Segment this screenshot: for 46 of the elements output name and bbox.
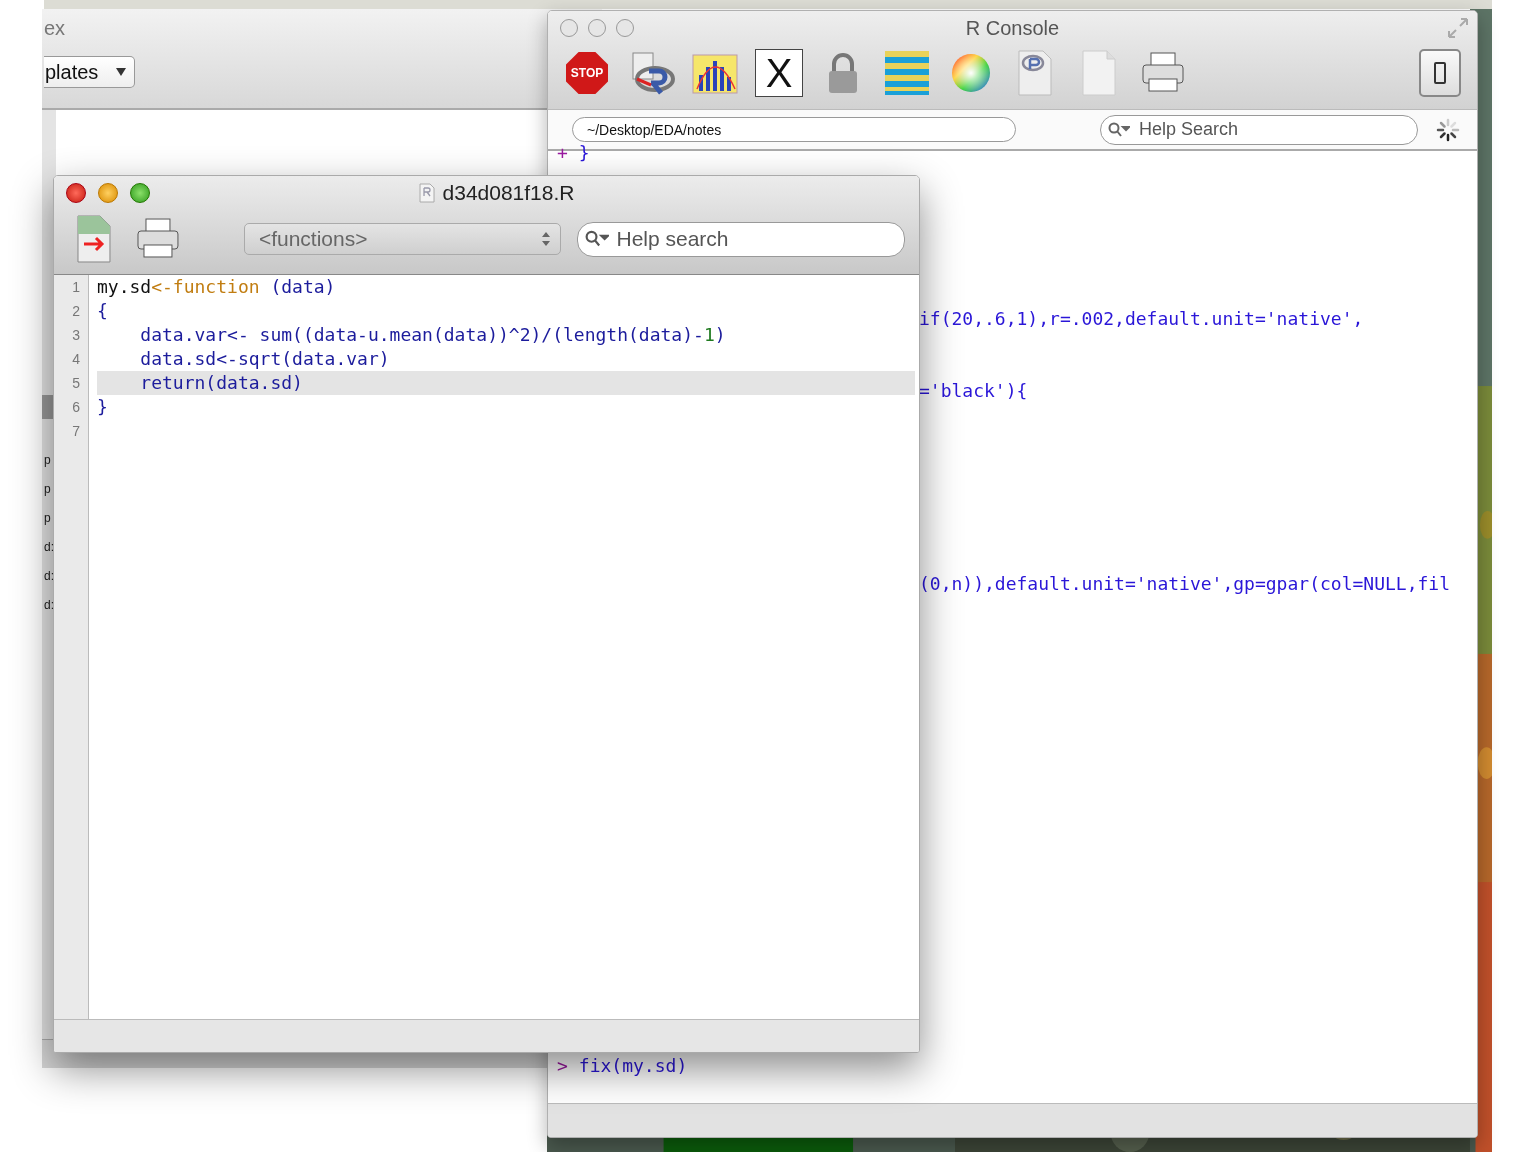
line-number: 5: [72, 374, 80, 393]
fullscreen-icon[interactable]: [1447, 17, 1469, 39]
sidebar-item[interactable]: d:: [42, 538, 56, 557]
line-number: 4: [72, 350, 80, 369]
line-number: 1: [72, 278, 80, 297]
window-control[interactable]: [66, 183, 86, 203]
sidebar-item[interactable]: p: [42, 509, 56, 528]
console-line: if(20,.6,1),r=.002,default.unit='native',: [918, 307, 1365, 331]
search-icon: [585, 230, 610, 248]
window-title: ex: [44, 17, 66, 40]
x11-button[interactable]: X: [755, 49, 803, 97]
caret-icon: [116, 68, 127, 76]
console-command: > fix(my.sd): [557, 1054, 689, 1078]
search-field[interactable]: Help Search: [1100, 114, 1418, 145]
console-line: + }: [557, 141, 591, 165]
window-control[interactable]: [98, 183, 118, 203]
console-line: ='black'){: [918, 379, 1029, 403]
window-title: d34d081f18.R: [442, 181, 575, 205]
code-line: {: [97, 299, 109, 323]
search-field[interactable]: Help search: [577, 221, 905, 257]
code-line: data.sd<-sqrt(data.var): [139, 347, 391, 371]
sidebar-item[interactable]: d:: [42, 567, 56, 586]
code-line: my.sd<-function (data): [97, 275, 337, 299]
line-number: 2: [72, 302, 80, 321]
stepper-icon: [542, 232, 551, 246]
line-number: 6: [72, 398, 80, 417]
list-icon[interactable]: [883, 49, 931, 97]
functions-popup[interactable]: <functions>: [243, 223, 562, 255]
console-line: (0,n)),default.unit='native',gp=gpar(col=NULL,fil: [918, 572, 1451, 596]
sidebar-item[interactable]: p: [42, 480, 56, 499]
source-file-icon[interactable]: [76, 214, 112, 264]
code-line: }: [97, 395, 109, 419]
window-title: R Console: [965, 16, 1060, 40]
window-control[interactable]: [130, 183, 150, 203]
sidebar-item[interactable]: d:: [42, 596, 56, 615]
r-file-icon: [418, 183, 435, 203]
line-number: 7: [72, 422, 80, 441]
sidebar-item[interactable]: p: [42, 451, 56, 470]
path-field[interactable]: ~/Desktop/EDA/notes: [572, 117, 1016, 142]
templates-popup[interactable]: plates: [44, 56, 136, 88]
stop-button[interactable]: STOP: [563, 49, 611, 97]
code-line: data.var<- sum((data-u.mean(data))^2)/(length(data)-1): [139, 323, 727, 347]
spinner-icon: [1436, 117, 1460, 142]
search-icon: [1108, 121, 1130, 138]
line-number: 3: [72, 326, 80, 345]
toggle-button[interactable]: [1419, 49, 1461, 97]
